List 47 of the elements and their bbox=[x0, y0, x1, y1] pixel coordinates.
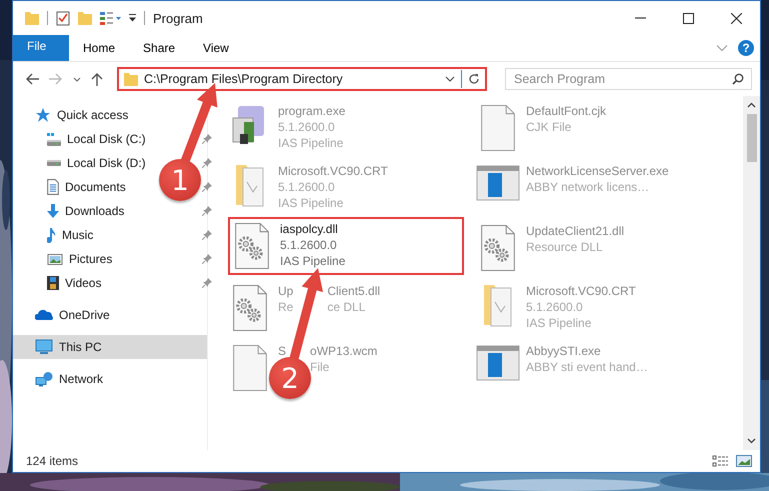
ribbon-tab[interactable]: Home bbox=[69, 35, 130, 61]
file-tab[interactable]: File bbox=[13, 35, 69, 61]
file-detail: 5.1.2600.0 bbox=[526, 299, 584, 315]
search-field[interactable]: Search Program bbox=[505, 68, 752, 90]
sidebar-item[interactable]: Local Disk (C:) bbox=[13, 127, 150, 151]
file-name: Up bbox=[278, 283, 294, 299]
file-detail: IAS Pipeline bbox=[280, 253, 346, 269]
window-title: Program bbox=[153, 10, 203, 26]
file-detail: 5.1.2600.0 bbox=[278, 119, 336, 135]
file-detail: 5.1.2600.0 bbox=[280, 237, 338, 253]
ribbon-tab[interactable]: Share bbox=[129, 35, 190, 61]
sidebar-item[interactable]: Pictures bbox=[13, 247, 116, 271]
file-detail: IAS Pipeline bbox=[526, 315, 592, 331]
file-name: Microsoft.VC90.CRT bbox=[526, 283, 636, 299]
sidebar-item[interactable]: OneDrive bbox=[13, 303, 114, 327]
file-name: program.exe bbox=[278, 103, 346, 119]
file-name: iaspolcy.dll bbox=[280, 221, 339, 237]
file-detail: ABBY sti event hand… bbox=[526, 359, 648, 375]
item-count: 124 items bbox=[26, 454, 78, 468]
sidebar-item[interactable]: Local Disk (D:) bbox=[13, 151, 150, 175]
file-name: DefaultFont.cjk bbox=[526, 103, 606, 119]
file-detail: File bbox=[310, 359, 330, 375]
file-detail: ABBY network licens… bbox=[526, 179, 650, 195]
file-name: NetworkLicenseServer.exe bbox=[526, 163, 669, 179]
sidebar-item[interactable]: Quick access bbox=[13, 103, 132, 127]
sidebar-item[interactable]: Network bbox=[13, 367, 108, 391]
address-field[interactable]: C:\Program Files\Program Directory bbox=[117, 67, 487, 91]
sidebar-item[interactable]: Downloads bbox=[13, 199, 128, 223]
file-name: oWP13.wcm bbox=[310, 343, 378, 359]
file-detail: IAS Pipeline bbox=[278, 135, 344, 151]
file-detail: 5.1.2600.0 bbox=[278, 179, 336, 195]
file-detail: ce DLL bbox=[327, 299, 366, 315]
help-button[interactable]: ? bbox=[738, 40, 754, 56]
file-detail: IAS Pipeline bbox=[278, 195, 344, 211]
sidebar-item[interactable]: Music bbox=[13, 223, 98, 247]
file-name: UpdateClient21.dll bbox=[526, 223, 624, 239]
file-name: AbbyySTI.exe bbox=[526, 343, 602, 359]
sidebar-item[interactable]: This PC bbox=[13, 335, 207, 359]
file-name: Microsoft.VC90.CRT bbox=[278, 163, 388, 179]
file-detail: CJK File bbox=[526, 119, 572, 135]
file-detail: Re bbox=[278, 299, 294, 315]
sidebar-item[interactable]: Documents bbox=[13, 175, 130, 199]
sidebar-item[interactable]: Videos bbox=[13, 271, 106, 295]
file-name: Client5.dll bbox=[327, 283, 380, 299]
file-name: S bbox=[278, 343, 286, 359]
ribbon-tab[interactable]: View bbox=[189, 35, 243, 61]
file-detail: Resource DLL bbox=[526, 239, 604, 255]
